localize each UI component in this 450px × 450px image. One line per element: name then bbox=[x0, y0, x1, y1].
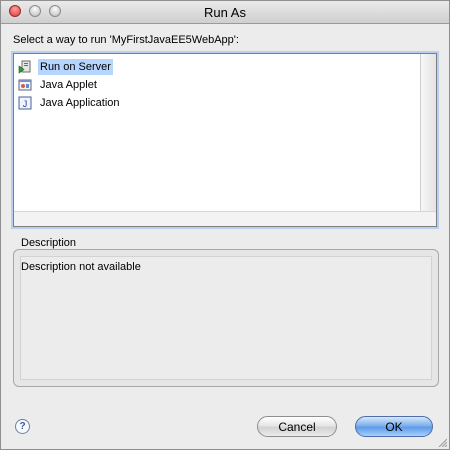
list-item-label: Run on Server bbox=[38, 59, 113, 75]
horizontal-scrollbar[interactable] bbox=[14, 211, 436, 226]
run-on-server-icon bbox=[18, 60, 31, 74]
vertical-scrollbar[interactable] bbox=[420, 54, 436, 226]
window-title: Run As bbox=[204, 5, 246, 20]
ok-button[interactable]: OK bbox=[355, 416, 433, 437]
list-item-label: Java Applet bbox=[40, 79, 97, 91]
list-item-label: Java Application bbox=[40, 97, 120, 109]
list-item-run-on-server[interactable]: Run on Server bbox=[18, 59, 113, 75]
description-content-area bbox=[20, 256, 432, 380]
list-item-java-applet[interactable]: Java Applet bbox=[18, 77, 99, 93]
launch-options-list[interactable]: Run on Server Java Applet J Java Applica… bbox=[13, 53, 437, 227]
list-item-java-application[interactable]: J Java Application bbox=[18, 95, 122, 111]
java-application-icon: J bbox=[18, 96, 32, 110]
help-icon[interactable]: ? bbox=[15, 419, 30, 434]
run-as-dialog: Run As Select a way to run 'MyFirstJavaE… bbox=[0, 0, 450, 450]
description-text: Description not available bbox=[21, 261, 141, 273]
svg-text:J: J bbox=[23, 99, 28, 109]
title-bar: Run As bbox=[1, 1, 449, 24]
selection-prompt: Select a way to run 'MyFirstJavaEE5WebAp… bbox=[13, 34, 239, 46]
resize-grip-icon[interactable] bbox=[437, 437, 447, 447]
java-applet-icon bbox=[18, 79, 32, 91]
description-heading: Description bbox=[21, 237, 77, 249]
cancel-button[interactable]: Cancel bbox=[257, 416, 337, 437]
